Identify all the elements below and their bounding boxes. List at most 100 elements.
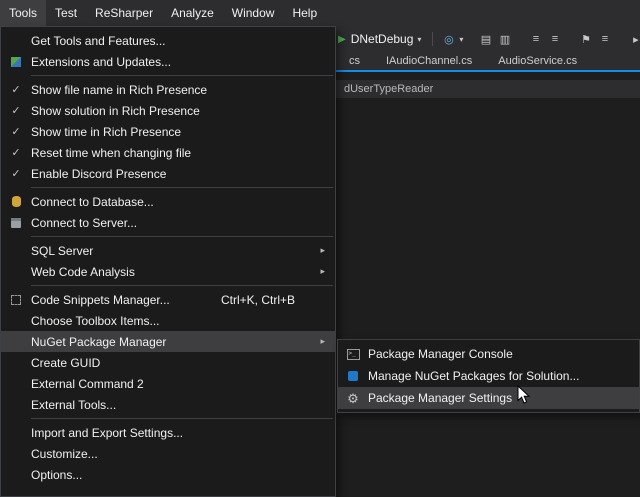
menu-item-gutter bbox=[338, 371, 368, 381]
menu-item-label: Code Snippets Manager... bbox=[31, 293, 221, 307]
overflow-chevron-icon[interactable]: ▸ bbox=[627, 33, 640, 46]
increase-indent-icon[interactable]: ≡ bbox=[546, 33, 563, 45]
menu-item-show-time-in-rich-presence[interactable]: ✓ Show time in Rich Presence bbox=[1, 121, 335, 142]
menu-item-reset-time-when-changing-file[interactable]: ✓ Reset time when changing file bbox=[1, 142, 335, 163]
extensions-icon bbox=[11, 57, 21, 67]
menu-item-gutter bbox=[1, 295, 31, 305]
menu-item-label: Reset time when changing file bbox=[31, 146, 335, 160]
menu-item-label: NuGet Package Manager bbox=[31, 335, 335, 349]
menu-item-label: Show file name in Rich Presence bbox=[31, 83, 335, 97]
menu-item-show-solution-in-rich-presence[interactable]: ✓ Show solution in Rich Presence bbox=[1, 100, 335, 121]
check-icon: ✓ bbox=[11, 83, 20, 96]
tab-audioservice-cs[interactable]: AudioService.cs bbox=[485, 52, 590, 70]
menu-item-create-guid[interactable]: Create GUID bbox=[1, 352, 335, 373]
menu-item-label: External Command 2 bbox=[31, 377, 335, 391]
chevron-down-icon[interactable]: ▾ bbox=[417, 35, 421, 44]
menu-item-label: Connect to Database... bbox=[31, 195, 335, 209]
menu-item-sql-server[interactable]: SQL Server▸ bbox=[1, 240, 335, 261]
menu-item-label: Show solution in Rich Presence bbox=[31, 104, 335, 118]
menu-item-web-code-analysis[interactable]: Web Code Analysis▸ bbox=[1, 261, 335, 282]
menubar-item-test[interactable]: Test bbox=[46, 0, 86, 26]
vs-window: context, string input,Await(false);d.Id,… bbox=[0, 0, 640, 497]
submenu-arrow-icon: ▸ bbox=[320, 336, 325, 347]
decrease-indent-icon[interactable]: ≡ bbox=[527, 33, 544, 45]
gear-icon: ⚙ bbox=[347, 392, 359, 405]
menu-item-options[interactable]: Options... bbox=[1, 464, 335, 485]
toolbar-separator bbox=[432, 32, 433, 46]
menu-item-code-snippets-manager[interactable]: Code Snippets Manager...Ctrl+K, Ctrl+B bbox=[1, 289, 335, 310]
console-icon: >_ bbox=[347, 349, 360, 360]
menu-item-label: Connect to Server... bbox=[31, 216, 335, 230]
menu-item-label: Enable Discord Presence bbox=[31, 167, 335, 181]
menu-bar: ToolsTestReSharperAnalyzeWindowHelp bbox=[0, 0, 640, 26]
menubar-item-resharper[interactable]: ReSharper bbox=[86, 0, 162, 26]
menu-item-nuget-package-manager[interactable]: NuGet Package Manager▸ bbox=[1, 331, 335, 352]
menu-item-gutter: ✓ bbox=[1, 125, 31, 138]
menu-item-label: Create GUID bbox=[31, 356, 335, 370]
save-all-icon[interactable]: ▥ bbox=[496, 33, 513, 46]
quick-find-icon[interactable]: ◎ bbox=[440, 33, 457, 46]
submenu-arrow-icon: ▸ bbox=[320, 266, 325, 277]
menu-item-label: Package Manager Settings bbox=[368, 391, 639, 405]
nuget-submenu-popup: >_Package Manager Console Manage NuGet Pa… bbox=[337, 339, 640, 413]
bookmark-icon[interactable]: ⚑ bbox=[577, 33, 594, 46]
menu-item-label: Options... bbox=[31, 468, 335, 482]
menu-separator bbox=[31, 236, 333, 237]
menu-item-label: SQL Server bbox=[31, 244, 335, 258]
menubar-item-tools[interactable]: Tools bbox=[0, 0, 46, 26]
menu-item-label: Choose Toolbox Items... bbox=[31, 314, 335, 328]
menu-separator bbox=[31, 418, 333, 419]
menu-item-choose-toolbox-items[interactable]: Choose Toolbox Items... bbox=[1, 310, 335, 331]
menubar-item-analyze[interactable]: Analyze bbox=[162, 0, 223, 26]
debug-target-label[interactable]: DNetDebug bbox=[351, 32, 414, 46]
menu-item-get-tools-and-features[interactable]: Get Tools and Features... bbox=[1, 30, 335, 51]
menu-item-label: Manage NuGet Packages for Solution... bbox=[368, 369, 639, 383]
snippets-icon bbox=[11, 295, 21, 305]
menu-item-gutter bbox=[1, 218, 31, 228]
menu-item-shortcut: Ctrl+K, Ctrl+B bbox=[221, 293, 295, 307]
menu-separator bbox=[31, 75, 333, 76]
menubar-item-help[interactable]: Help bbox=[283, 0, 326, 26]
menu-item-connect-to-database[interactable]: Connect to Database... bbox=[1, 191, 335, 212]
menu-item-label: Customize... bbox=[31, 447, 335, 461]
menu-item-gutter: ✓ bbox=[1, 104, 31, 117]
menu-item-external-tools[interactable]: External Tools... bbox=[1, 394, 335, 415]
tab-iaudiochannel-cs[interactable]: IAudioChannel.cs bbox=[373, 52, 485, 70]
menu-separator bbox=[31, 187, 333, 188]
menu-item-enable-discord-presence[interactable]: ✓Enable Discord Presence bbox=[1, 163, 335, 184]
menu-item-package-manager-settings[interactable]: ⚙ Package Manager Settings bbox=[338, 387, 639, 409]
menu-item-manage-nuget-packages-for-solution[interactable]: Manage NuGet Packages for Solution... bbox=[338, 365, 639, 387]
menu-item-label: Get Tools and Features... bbox=[31, 34, 335, 48]
menubar-item-window[interactable]: Window bbox=[223, 0, 284, 26]
comment-lines-icon[interactable]: ≡ bbox=[596, 33, 613, 45]
menu-item-label: External Tools... bbox=[31, 398, 335, 412]
menu-item-label: Import and Export Settings... bbox=[31, 426, 335, 440]
menu-item-external-command-2[interactable]: External Command 2 bbox=[1, 373, 335, 394]
menu-item-gutter: ✓ bbox=[1, 167, 31, 180]
start-debugging-icon[interactable]: ▶ bbox=[338, 34, 346, 45]
server-icon bbox=[11, 218, 21, 228]
check-icon: ✓ bbox=[11, 104, 20, 117]
menu-item-extensions-and-updates[interactable]: Extensions and Updates... bbox=[1, 51, 335, 72]
menu-item-customize[interactable]: Customize... bbox=[1, 443, 335, 464]
menu-item-import-and-export-settings[interactable]: Import and Export Settings... bbox=[1, 422, 335, 443]
tools-menu-popup: Get Tools and Features... Extensions and … bbox=[0, 26, 336, 497]
check-icon: ✓ bbox=[11, 146, 20, 159]
chevron-down-icon[interactable]: ▾ bbox=[459, 35, 463, 44]
menu-item-gutter: ✓ bbox=[1, 83, 31, 96]
tab-cs[interactable]: cs bbox=[336, 52, 373, 70]
menu-separator bbox=[31, 285, 333, 286]
menu-item-gutter bbox=[1, 57, 31, 67]
menu-item-package-manager-console[interactable]: >_Package Manager Console bbox=[338, 343, 639, 365]
breadcrumb[interactable]: dUserTypeReader bbox=[344, 80, 640, 98]
menu-item-show-file-name-in-rich-presence[interactable]: ✓ Show file name in Rich Presence bbox=[1, 79, 335, 100]
database-icon bbox=[12, 196, 21, 207]
open-file-icon[interactable]: ▤ bbox=[477, 33, 494, 46]
menu-item-label: Show time in Rich Presence bbox=[31, 125, 335, 139]
menu-item-connect-to-server[interactable]: Connect to Server... bbox=[1, 212, 335, 233]
menu-item-gutter: >_ bbox=[338, 349, 368, 360]
menu-item-label: Extensions and Updates... bbox=[31, 55, 335, 69]
check-icon: ✓ bbox=[11, 125, 20, 138]
menu-item-gutter: ✓ bbox=[1, 146, 31, 159]
manage-packages-icon bbox=[348, 371, 358, 381]
